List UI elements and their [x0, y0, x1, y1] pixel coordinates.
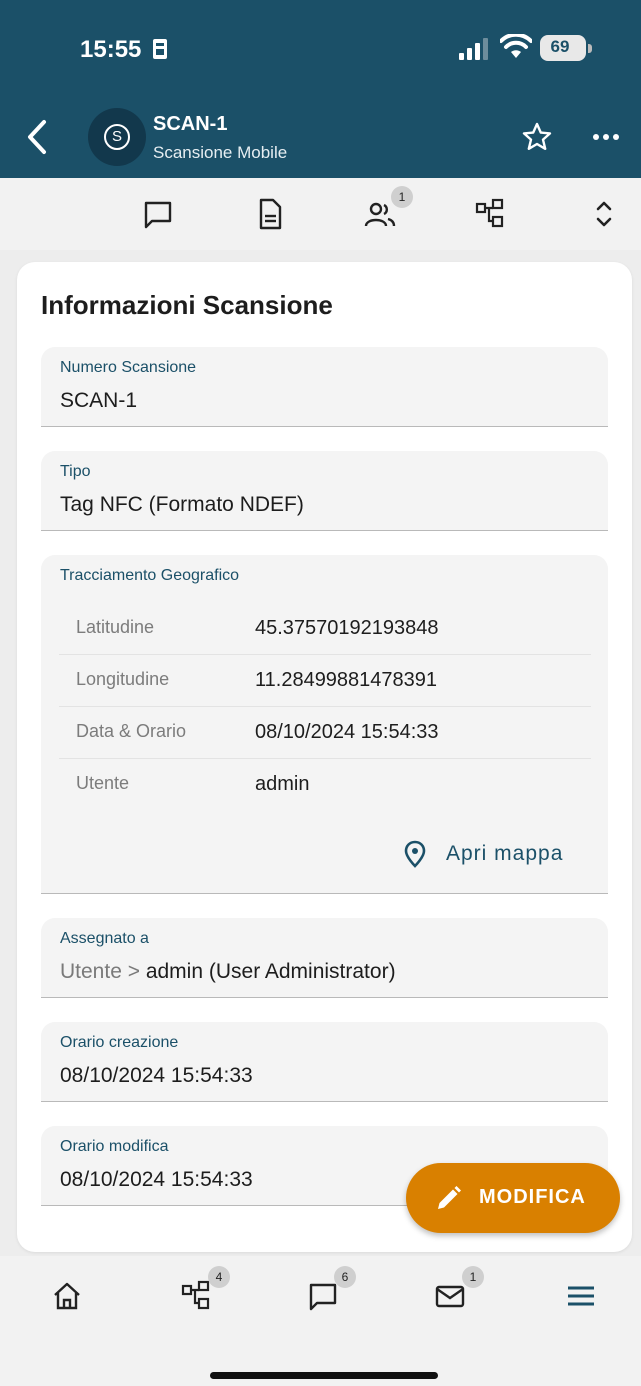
battery-indicator: 69	[540, 35, 592, 61]
geo-value: admin	[255, 773, 310, 795]
page-title: SCAN-1	[153, 113, 228, 135]
field-value: Utente > admin (User Administrator)	[60, 960, 396, 984]
wifi-icon	[500, 34, 532, 58]
field-label: Tipo	[60, 463, 91, 480]
geo-row-utente: Utente admin	[59, 759, 591, 811]
field-orario-creazione: Orario creazione 08/10/2024 15:54:33	[41, 1022, 608, 1102]
pencil-icon	[438, 1186, 461, 1209]
hierarchy-icon[interactable]	[472, 196, 508, 232]
comment-icon[interactable]	[140, 196, 176, 232]
status-time: 15:55	[80, 36, 142, 63]
bottom-navigation: 4 6 1	[0, 1256, 641, 1386]
card-title: Informazioni Scansione	[41, 290, 333, 320]
field-value: 08/10/2024 15:54:33	[60, 1064, 253, 1087]
geo-key: Utente	[76, 773, 130, 793]
field-value: 08/10/2024 15:54:33	[60, 1168, 253, 1191]
avatar-letter: S	[104, 124, 130, 150]
open-map-label: Apri mappa	[446, 842, 564, 865]
page-subtitle: Scansione Mobile	[153, 143, 288, 162]
geo-value: 08/10/2024 15:54:33	[255, 721, 439, 743]
geo-key: Latitudine	[76, 617, 155, 637]
geo-value: 11.28499881478391	[255, 669, 438, 691]
battery-level: 69	[550, 37, 570, 56]
home-icon[interactable]	[49, 1278, 85, 1314]
field-value: Tag NFC (Formato NDEF)	[60, 493, 304, 516]
field-numero-scansione: Numero Scansione SCAN-1	[41, 347, 608, 427]
app-header: 15:55 69 S SCAN-1 Scansione Mobile	[0, 0, 641, 178]
id-card-icon	[153, 39, 167, 59]
field-label: Assegnato a	[60, 930, 149, 947]
detail-toolbar: 1	[0, 178, 641, 250]
hierarchy-badge: 4	[208, 1266, 230, 1288]
back-button[interactable]	[22, 116, 54, 158]
users-badge: 1	[391, 186, 413, 208]
hierarchy-icon[interactable]	[178, 1278, 214, 1314]
field-label: Orario modifica	[60, 1138, 169, 1155]
edit-button[interactable]: MODIFICA	[406, 1163, 620, 1233]
comments-badge: 6	[334, 1266, 356, 1288]
field-label: Orario creazione	[60, 1034, 179, 1051]
geo-value: 45.37570192193848	[255, 617, 439, 639]
geo-key: Data & Orario	[76, 721, 187, 741]
edit-button-label: MODIFICA	[479, 1186, 586, 1208]
cellular-signal-icon	[459, 38, 488, 60]
favorite-star-icon[interactable]	[521, 121, 553, 153]
status-bar: 15:55 69	[0, 0, 641, 100]
field-label: Tracciamento Geografico	[60, 567, 240, 584]
map-pin-icon	[404, 840, 426, 868]
home-indicator	[210, 1372, 438, 1379]
field-value: SCAN-1	[60, 389, 138, 412]
field-tipo: Tipo Tag NFC (Formato NDEF)	[41, 451, 608, 531]
field-label: Numero Scansione	[60, 359, 197, 376]
assignee-name: admin (User Administrator)	[145, 960, 396, 983]
geo-row-longitudine: Longitudine 11.28499881478391	[59, 655, 591, 707]
geo-row-latitudine: Latitudine 45.37570192193848	[59, 603, 591, 655]
geo-row-data-orario: Data & Orario 08/10/2024 15:54:33	[59, 707, 591, 759]
expand-collapse-icon[interactable]	[586, 196, 622, 232]
mail-icon[interactable]	[432, 1278, 468, 1314]
avatar: S	[88, 108, 146, 166]
menu-icon[interactable]	[563, 1278, 599, 1314]
mail-badge: 1	[462, 1266, 484, 1288]
assignee-type: Utente >	[60, 960, 140, 983]
document-icon[interactable]	[252, 196, 288, 232]
more-options-icon[interactable]	[592, 125, 620, 149]
open-map-link[interactable]: Apri mappa	[404, 838, 584, 872]
geo-key: Longitudine	[76, 669, 170, 689]
field-assegnato-a: Assegnato a Utente > admin (User Adminis…	[41, 918, 608, 998]
